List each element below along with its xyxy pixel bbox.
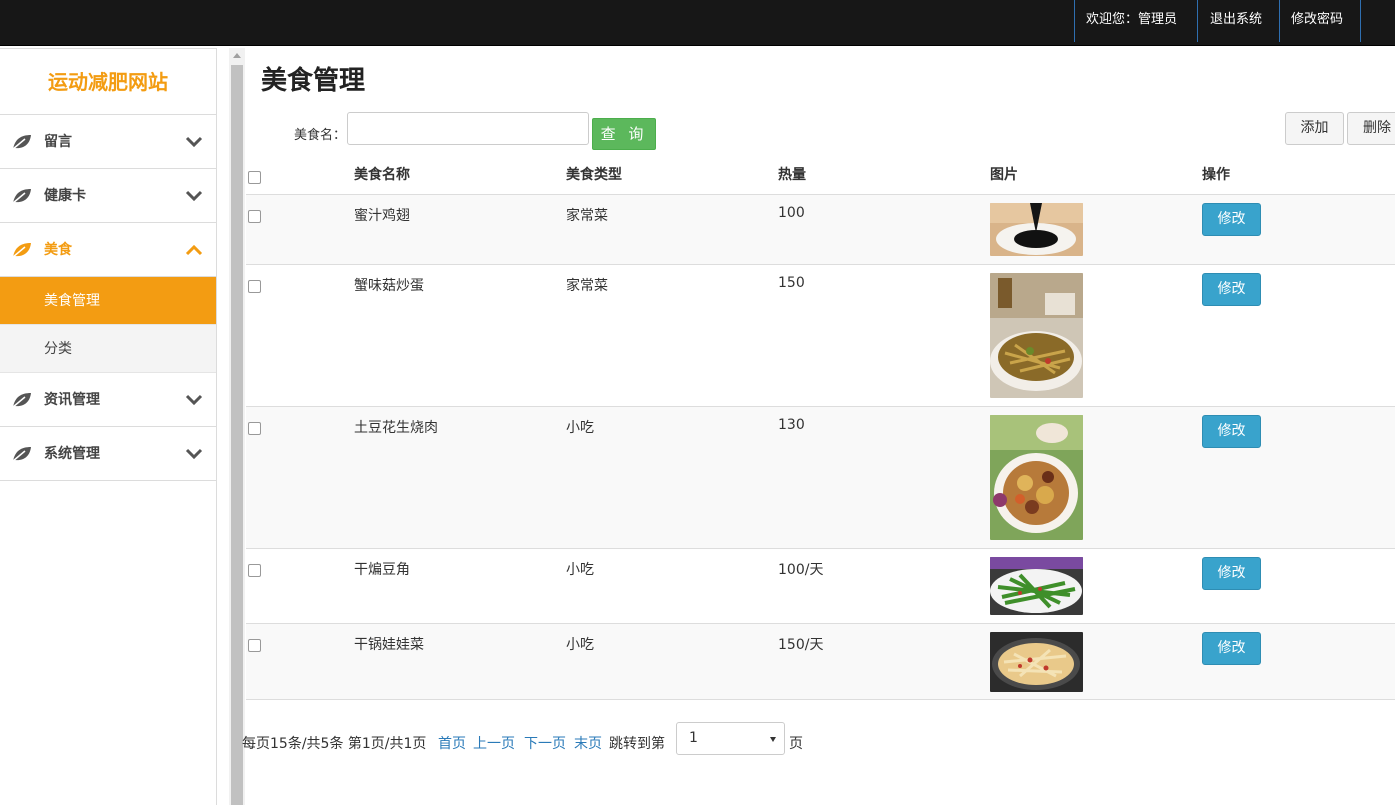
leaf-icon: [12, 135, 31, 150]
sidebar-item-label: 健康卡: [44, 188, 86, 204]
food-calories: 150: [778, 275, 805, 291]
navbar-divider: [1197, 0, 1198, 42]
sidebar-item-label: 资讯管理: [44, 392, 100, 408]
sidebar-item-food[interactable]: 美食: [0, 223, 216, 277]
navbar-divider: [1279, 0, 1280, 42]
vertical-scrollbar[interactable]: [229, 48, 245, 805]
leaf-icon: [12, 243, 31, 258]
dropdown-arrow-icon: [770, 737, 776, 742]
page-title: 美食管理: [261, 66, 366, 96]
potato-pork-bowl-photo: [990, 415, 1083, 540]
leaf-icon: [12, 393, 31, 408]
pager-next-link[interactable]: 下一页: [524, 733, 566, 753]
food-name: 蜜汁鸡翅: [354, 208, 410, 224]
row-checkbox[interactable]: [248, 210, 261, 223]
scrollbar-thumb[interactable]: [231, 65, 243, 805]
row-checkbox[interactable]: [248, 280, 261, 293]
column-header-type: 美食类型: [566, 167, 622, 183]
edit-button[interactable]: 修改: [1202, 557, 1261, 590]
edit-button[interactable]: 修改: [1202, 203, 1261, 236]
chevron-down-icon: [185, 136, 203, 148]
food-name-label: 美食名：: [294, 128, 347, 143]
table-row: 蟹味菇炒蛋 家常菜 150 修改: [246, 265, 1395, 407]
food-type: 小吃: [566, 420, 594, 436]
food-calories: 100/天: [778, 562, 824, 578]
top-navbar: 欢迎您：管理员 退出系统 修改密码: [0, 0, 1395, 46]
pager-page-suffix: 页: [789, 736, 803, 752]
edit-button[interactable]: 修改: [1202, 273, 1261, 306]
logout-link[interactable]: 退出系统: [1210, 0, 1262, 42]
select-all-checkbox[interactable]: [248, 171, 261, 184]
chevron-down-icon: [185, 394, 203, 406]
food-calories: 100: [778, 205, 805, 221]
table-row: 土豆花生烧肉 小吃 130 修改: [246, 407, 1395, 549]
stir-fry-plate-photo: [990, 273, 1083, 398]
delete-button[interactable]: 删除: [1347, 112, 1395, 145]
edit-button[interactable]: 修改: [1202, 632, 1261, 665]
pager-last-link[interactable]: 末页: [574, 733, 602, 753]
sidebar-item-messages[interactable]: 留言: [0, 115, 216, 169]
row-checkbox[interactable]: [248, 564, 261, 577]
table-row: 干煸豆角 小吃 100/天 修改: [246, 549, 1395, 624]
column-header-actions: 操作: [1202, 167, 1230, 183]
row-checkbox[interactable]: [248, 639, 261, 652]
table-row: 蜜汁鸡翅 家常菜 100 修改: [246, 195, 1395, 265]
sidebar-item-health-card[interactable]: 健康卡: [0, 169, 216, 223]
food-name: 蟹味菇炒蛋: [354, 278, 424, 294]
column-header-name: 美食名称: [354, 167, 410, 183]
site-brand: 运动减肥网站: [0, 49, 216, 115]
column-header-image: 图片: [990, 167, 1018, 183]
green-beans-photo: [990, 557, 1083, 615]
pager-jump-label: 跳转到第: [609, 736, 665, 752]
column-header-calories: 热量: [778, 167, 806, 183]
food-type: 小吃: [566, 562, 594, 578]
food-calories: 130: [778, 417, 805, 433]
row-checkbox[interactable]: [248, 422, 261, 435]
food-type: 小吃: [566, 637, 594, 653]
sidebar-item-label: 留言: [44, 134, 72, 150]
sidebar-item-news-management[interactable]: 资讯管理: [0, 373, 216, 427]
food-name: 土豆花生烧肉: [354, 420, 438, 436]
pager-first-link[interactable]: 首页: [438, 733, 466, 753]
edit-button[interactable]: 修改: [1202, 415, 1261, 448]
navbar-divider: [1360, 0, 1361, 42]
leaf-icon: [12, 447, 31, 462]
food-calories: 150/天: [778, 637, 824, 653]
food-name-input[interactable]: [347, 112, 589, 145]
sidebar-item-label: 美食: [44, 242, 72, 258]
pager-prev-link[interactable]: 上一页: [473, 733, 515, 753]
sidebar-item-label: 系统管理: [44, 446, 100, 462]
page-select-value: 1: [689, 730, 698, 746]
sauce-pour-photo: [990, 203, 1083, 256]
change-password-link[interactable]: 修改密码: [1291, 0, 1343, 42]
navbar-divider: [1074, 0, 1075, 42]
scroll-up-arrow-icon[interactable]: [233, 53, 241, 58]
leaf-icon: [12, 189, 31, 204]
pagination: 每页15条/共5条 第1页/共1页 首页 上一页 下一页 末页 跳转到第 1 页: [242, 722, 1242, 762]
chevron-up-icon: [185, 244, 203, 256]
food-name: 干锅娃娃菜: [354, 637, 424, 653]
sidebar: 运动减肥网站 留言 健康卡 美食 美食管理 分类 资讯管理 系统管理: [0, 48, 217, 805]
sidebar-item-system-management[interactable]: 系统管理: [0, 427, 216, 481]
query-button[interactable]: 查 询: [592, 118, 656, 150]
chevron-down-icon: [185, 190, 203, 202]
cabbage-pot-photo: [990, 632, 1083, 692]
table-row: 干锅娃娃菜 小吃 150/天 修改: [246, 624, 1395, 700]
table-header: 美食名称 美食类型 热量 图片 操作: [246, 154, 1395, 195]
page-select[interactable]: 1: [676, 722, 785, 755]
add-button[interactable]: 添加: [1285, 112, 1344, 145]
food-type: 家常菜: [566, 278, 608, 294]
chevron-down-icon: [185, 448, 203, 460]
food-type: 家常菜: [566, 208, 608, 224]
food-name: 干煸豆角: [354, 562, 410, 578]
pager-summary: 每页15条/共5条 第1页/共1页: [242, 736, 427, 752]
sidebar-subitem-food-management[interactable]: 美食管理: [0, 277, 216, 325]
welcome-text: 欢迎您：管理员: [1086, 12, 1178, 27]
sidebar-subitem-category[interactable]: 分类: [0, 325, 216, 373]
main-content: 美食管理 美食名： 查 询 添加 删除 美食名称 美食类型 热量 图片 操作 蜜…: [242, 46, 1395, 805]
